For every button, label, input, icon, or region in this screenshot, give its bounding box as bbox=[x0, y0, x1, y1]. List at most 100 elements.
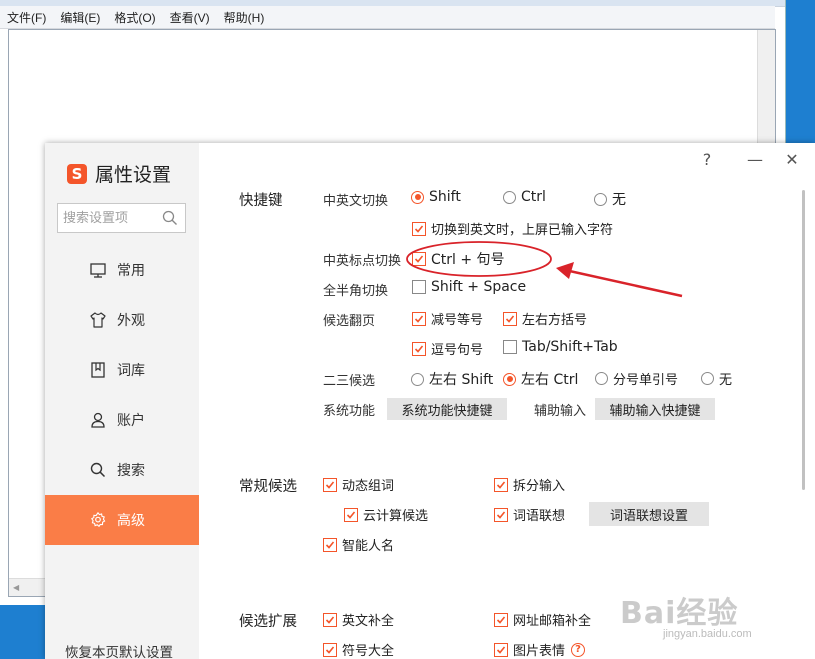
nav-item-label: 词库 bbox=[117, 363, 145, 379]
page-flip-label: 候选翻页 bbox=[323, 314, 376, 329]
cloud-candidate-checkbox[interactable]: 云计算候选 bbox=[344, 505, 428, 524]
assist-input-shortcut-button[interactable]: 辅助输入快捷键 bbox=[595, 398, 715, 420]
nav-item-advanced[interactable]: 高级 bbox=[45, 495, 199, 545]
checkbox-label: 云计算候选 bbox=[363, 509, 429, 524]
second-third-shift-radio[interactable]: 左右 Shift bbox=[411, 369, 493, 389]
cn-en-switch-label: 中英文切换 bbox=[323, 194, 389, 209]
checkbox[interactable] bbox=[412, 252, 426, 266]
radio-button[interactable] bbox=[503, 372, 516, 386]
second-third-label: 二三候选 bbox=[323, 374, 376, 389]
menu-format[interactable]: 格式(O) bbox=[107, 9, 162, 26]
checkbox-label: Shift + Space bbox=[431, 279, 527, 295]
width-shift-space-checkbox[interactable]: Shift + Space bbox=[412, 279, 526, 295]
question-help-icon[interactable]: ? bbox=[571, 642, 586, 657]
checkbox[interactable] bbox=[344, 507, 358, 522]
checkbox[interactable] bbox=[323, 642, 337, 657]
word-association-settings-button[interactable]: 词语联想设置 bbox=[589, 502, 709, 526]
checkbox[interactable] bbox=[412, 341, 426, 356]
checkbox-label: 动态组词 bbox=[342, 479, 395, 494]
radio-label: Ctrl bbox=[521, 189, 546, 205]
menu-edit[interactable]: 编辑(E) bbox=[53, 9, 107, 26]
page-flip-comma-period-checkbox[interactable]: 逗号句号 bbox=[412, 339, 483, 358]
search-icon[interactable] bbox=[162, 210, 178, 226]
second-third-semicolon-radio[interactable]: 分号单引号 bbox=[595, 369, 678, 388]
menu-file[interactable]: 文件(F) bbox=[0, 9, 53, 26]
checkbox-label: Ctrl + 句号 bbox=[431, 252, 505, 268]
radio-button[interactable] bbox=[411, 372, 424, 386]
nav-item-label: 常用 bbox=[117, 263, 145, 279]
second-third-none-radio[interactable]: 无 bbox=[701, 369, 732, 388]
english-completion-checkbox[interactable]: 英文补全 bbox=[323, 610, 394, 629]
notepad-menubar: 文件(F) 编辑(E) 格式(O) 查看(V) 帮助(H) bbox=[0, 6, 775, 29]
page-flip-minus-equal-checkbox[interactable]: 减号等号 bbox=[412, 309, 483, 328]
restore-defaults-link[interactable]: 恢复本页默认设置 bbox=[65, 641, 173, 659]
nav-item-common[interactable]: 常用 bbox=[45, 245, 199, 295]
scroll-left-arrow-icon[interactable]: ◀ bbox=[13, 583, 19, 592]
cn-en-none-radio[interactable]: 无 bbox=[594, 189, 626, 209]
dialog-title: 属性设置 bbox=[95, 164, 172, 186]
section-title-regular-candidates: 常规候选 bbox=[239, 479, 297, 495]
checkbox-label: 切换到英文时，上屏已输入字符 bbox=[431, 223, 614, 238]
page-flip-brackets-checkbox[interactable]: 左右方括号 bbox=[503, 309, 587, 328]
nav-item-label: 外观 bbox=[117, 313, 145, 329]
smart-name-checkbox[interactable]: 智能人名 bbox=[323, 535, 394, 554]
checkbox-label: 逗号句号 bbox=[431, 343, 484, 358]
checkbox[interactable] bbox=[503, 340, 517, 354]
help-button[interactable]: ? bbox=[695, 147, 719, 171]
checkbox[interactable] bbox=[323, 612, 337, 627]
word-association-checkbox[interactable]: 词语联想 bbox=[494, 505, 565, 524]
shirt-icon bbox=[90, 312, 106, 328]
nav-item-dictionary[interactable]: 词库 bbox=[45, 345, 199, 395]
section-title-shortcuts: 快捷键 bbox=[239, 193, 283, 209]
split-input-checkbox[interactable]: 拆分输入 bbox=[494, 475, 565, 494]
url-email-completion-checkbox[interactable]: 网址邮箱补全 bbox=[494, 610, 591, 629]
cn-en-shift-radio[interactable]: Shift bbox=[411, 189, 461, 205]
radio-button[interactable] bbox=[503, 190, 516, 204]
gear-icon bbox=[91, 511, 106, 528]
settings-search-box[interactable] bbox=[57, 203, 186, 233]
commit-on-switch-checkbox[interactable]: 切换到英文时，上屏已输入字符 bbox=[412, 219, 613, 238]
checkbox[interactable] bbox=[494, 477, 508, 492]
checkbox[interactable] bbox=[412, 311, 426, 326]
checkbox-label: 智能人名 bbox=[342, 539, 395, 554]
checkbox[interactable] bbox=[494, 507, 508, 522]
settings-search-input[interactable] bbox=[58, 204, 166, 232]
checkbox[interactable] bbox=[494, 612, 508, 627]
close-button[interactable]: ✕ bbox=[780, 147, 804, 171]
checkbox[interactable] bbox=[494, 642, 508, 657]
radio-button[interactable] bbox=[594, 192, 607, 206]
minimize-button[interactable]: — bbox=[743, 147, 767, 171]
menu-help[interactable]: 帮助(H) bbox=[217, 9, 272, 26]
checkbox[interactable] bbox=[323, 537, 337, 552]
checkbox-label: 减号等号 bbox=[431, 313, 484, 328]
punct-ctrl-period-checkbox[interactable]: Ctrl + 句号 bbox=[412, 249, 505, 269]
checkbox[interactable] bbox=[412, 221, 426, 236]
image-emoji-checkbox[interactable]: 图片表情 ? bbox=[494, 640, 586, 659]
checkbox[interactable] bbox=[503, 311, 517, 326]
page-flip-tab-checkbox[interactable]: Tab/Shift+Tab bbox=[503, 339, 618, 355]
menu-view[interactable]: 查看(V) bbox=[163, 9, 217, 26]
system-function-shortcut-button[interactable]: 系统功能快捷键 bbox=[387, 398, 507, 420]
checkbox-label: 图片表情 bbox=[513, 644, 566, 659]
nav-item-account[interactable]: 账户 bbox=[45, 395, 199, 445]
cn-en-ctrl-radio[interactable]: Ctrl bbox=[503, 189, 546, 205]
radio-button[interactable] bbox=[595, 372, 608, 385]
nav-item-label: 搜索 bbox=[117, 463, 145, 479]
radio-label: Shift bbox=[429, 189, 461, 205]
checkbox[interactable] bbox=[323, 477, 337, 492]
system-function-label: 系统功能 bbox=[323, 404, 376, 419]
second-third-ctrl-radio[interactable]: 左右 Ctrl bbox=[503, 369, 578, 389]
symbol-collection-checkbox[interactable]: 符号大全 bbox=[323, 640, 394, 659]
checkbox[interactable] bbox=[412, 280, 426, 294]
nav-item-appearance[interactable]: 外观 bbox=[45, 295, 199, 345]
radio-button[interactable] bbox=[411, 190, 424, 204]
radio-button[interactable] bbox=[701, 372, 714, 385]
dynamic-phrase-checkbox[interactable]: 动态组词 bbox=[323, 475, 394, 494]
nav-item-search[interactable]: 搜索 bbox=[45, 445, 199, 495]
monitor-icon bbox=[90, 263, 106, 278]
width-switch-label: 全半角切换 bbox=[323, 284, 389, 299]
sogou-logo-icon: S bbox=[67, 163, 87, 184]
watermark-url: jingyan.baidu.com bbox=[663, 628, 752, 640]
checkbox-label: 左右方括号 bbox=[522, 313, 588, 328]
content-scrollbar-thumb[interactable] bbox=[802, 190, 805, 490]
